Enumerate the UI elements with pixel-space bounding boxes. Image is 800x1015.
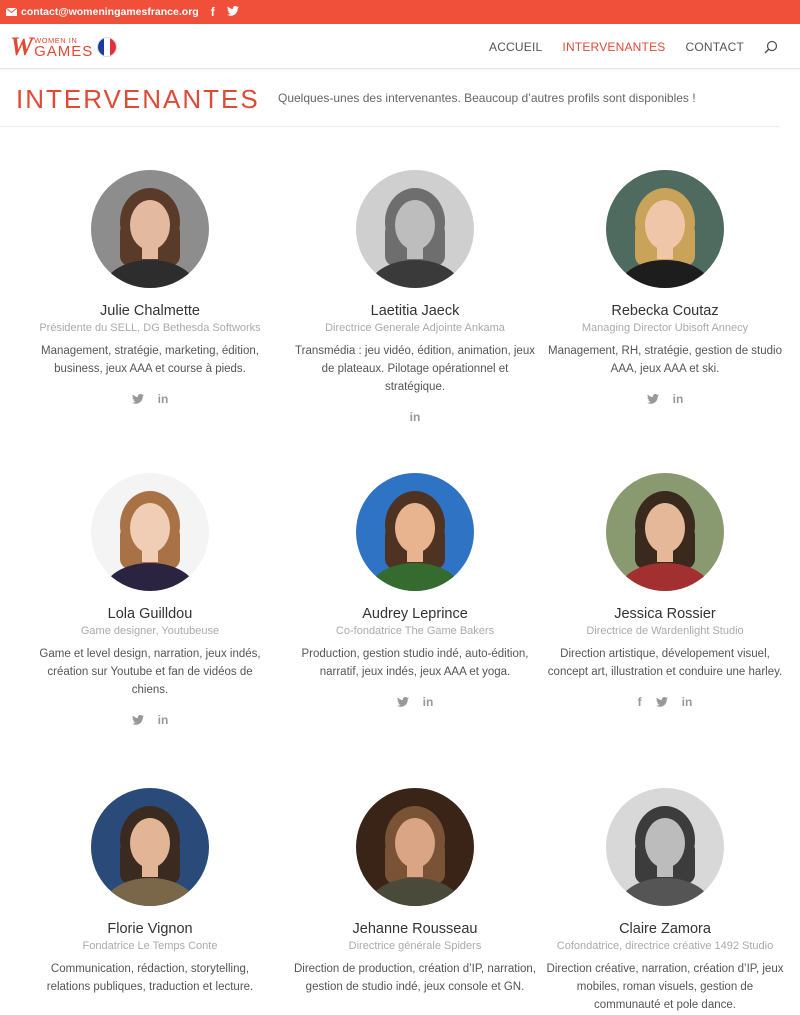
speaker-name: Florie Vignon — [107, 921, 193, 937]
speaker-card: Audrey Leprince Co-fondatrice The Game Ba… — [285, 473, 545, 709]
twitter-icon[interactable] — [396, 697, 409, 707]
speaker-bio: Management, RH, stratégie, gestion de st… — [548, 345, 782, 375]
linkedin-icon[interactable]: in — [158, 714, 169, 726]
envelope-icon — [6, 8, 17, 16]
topbar-social: f — [211, 6, 239, 18]
search-icon[interactable] — [764, 40, 778, 54]
linkedin-icon[interactable]: in — [410, 411, 421, 423]
top-bar: contact@womeningamesfrance.org f — [0, 0, 800, 24]
site-logo[interactable]: W WOMEN IN GAMES — [10, 34, 122, 60]
speaker-avatar — [91, 170, 209, 288]
speaker-card: Laetitia Jaeck Directrice Generale Adjoin… — [285, 170, 545, 424]
speaker-bio: Production, gestion studio indé, auto-éd… — [301, 648, 529, 678]
speaker-bio: Transmédia : jeu vidéo, édition, animati… — [295, 345, 535, 393]
speaker-avatar — [356, 788, 474, 906]
speaker-card: Florie Vignon Fondatrice Le Temps Conte Co… — [20, 788, 280, 996]
twitter-icon[interactable] — [655, 697, 668, 707]
speaker-bio: Direction de production, création d’IP, … — [293, 963, 537, 993]
speaker-avatar — [356, 170, 474, 288]
speaker-name: Claire Zamora — [619, 921, 711, 937]
speaker-avatar — [606, 788, 724, 906]
speaker-card: Rebecka Coutaz Managing Director Ubisoft … — [535, 170, 795, 406]
nav-intervenantes[interactable]: INTERVENANTES — [562, 40, 665, 54]
speaker-card: Jessica Rossier Directrice de Wardenlight… — [535, 473, 795, 709]
speaker-socials: f in — [535, 695, 795, 709]
twitter-icon[interactable] — [131, 394, 144, 404]
speaker-avatar — [606, 473, 724, 591]
speaker-bio: Direction créative, narration, création … — [546, 963, 784, 1011]
nav-accueil[interactable]: ACCUEIL — [489, 40, 542, 54]
speaker-socials: in — [285, 695, 545, 709]
speaker-avatar — [356, 473, 474, 591]
speaker-avatar — [91, 788, 209, 906]
speaker-name: Rebecka Coutaz — [611, 303, 719, 319]
contact-email-link[interactable]: contact@womeningamesfrance.org — [6, 6, 199, 18]
speaker-role: Directrice Generale Adjointe Ankama — [325, 322, 505, 334]
facebook-icon[interactable]: f — [638, 696, 642, 708]
twitter-icon[interactable] — [131, 715, 144, 725]
divider — [0, 126, 780, 127]
speaker-socials: in — [535, 392, 795, 406]
speaker-card: Lola Guilldou Game designer, Youtubeuse Ga… — [20, 473, 280, 727]
speaker-name: Jehanne Rousseau — [352, 921, 478, 937]
speaker-name: Jessica Rossier — [614, 606, 716, 622]
linkedin-icon[interactable]: in — [423, 696, 434, 708]
speaker-card: Jehanne Rousseau Directrice générale Spid… — [285, 788, 545, 996]
logo-line-2: GAMES — [34, 43, 94, 61]
speaker-bio: Game et level design, narration, jeux in… — [39, 648, 261, 696]
speaker-name: Lola Guilldou — [107, 606, 193, 622]
speaker-name: Laetitia Jaeck — [370, 303, 460, 319]
speaker-role: Managing Director Ubisoft Annecy — [581, 322, 749, 334]
speaker-bio: Management, stratégie, marketing, éditio… — [41, 345, 259, 375]
site-header: W WOMEN IN GAMES ACCUEIL INTERVENANTES C… — [0, 24, 800, 69]
speaker-role: Directrice de Wardenlight Studio — [586, 625, 744, 637]
french-flag-icon — [97, 37, 118, 57]
page-subtitle: Quelques-unes des intervenantes. Beaucou… — [278, 91, 696, 105]
speaker-socials: in — [20, 713, 280, 727]
speaker-socials: in — [285, 410, 545, 424]
page-title: INTERVENANTES — [16, 84, 260, 114]
speaker-role: Fondatrice Le Temps Conte — [82, 940, 218, 952]
speaker-role: Présidente du SELL, DG Bethesda Softwork… — [39, 322, 261, 334]
contact-email: contact@womeningamesfrance.org — [21, 6, 199, 18]
speaker-role: Co-fondatrice The Game Bakers — [335, 625, 495, 637]
speaker-name: Audrey Leprince — [362, 606, 468, 622]
logo-mark: W — [10, 32, 34, 61]
speaker-bio: Direction artistique, dévelopement visue… — [547, 648, 783, 678]
facebook-icon[interactable]: f — [211, 6, 215, 18]
speaker-bio: Communication, rédaction, storytelling, … — [46, 963, 254, 993]
linkedin-icon[interactable]: in — [682, 696, 693, 708]
linkedin-icon[interactable]: in — [158, 393, 169, 405]
speaker-socials: in — [20, 392, 280, 406]
twitter-icon[interactable] — [646, 394, 659, 404]
speaker-name: Julie Chalmette — [100, 303, 200, 319]
speaker-role: Game designer, Youtubeuse — [80, 625, 220, 637]
speaker-avatar — [606, 170, 724, 288]
speaker-avatar — [91, 473, 209, 591]
linkedin-icon[interactable]: in — [673, 393, 684, 405]
twitter-icon[interactable] — [226, 6, 239, 18]
speaker-role: Cofondatrice, directrice créative 1492 S… — [556, 940, 774, 952]
speaker-card: Claire Zamora Cofondatrice, directrice cr… — [535, 788, 795, 1014]
speaker-card: Julie Chalmette Présidente du SELL, DG Be… — [20, 170, 280, 406]
nav-contact[interactable]: CONTACT — [685, 40, 744, 54]
main-nav: ACCUEIL INTERVENANTES CONTACT — [469, 24, 778, 69]
speaker-role: Directrice générale Spiders — [348, 940, 482, 952]
